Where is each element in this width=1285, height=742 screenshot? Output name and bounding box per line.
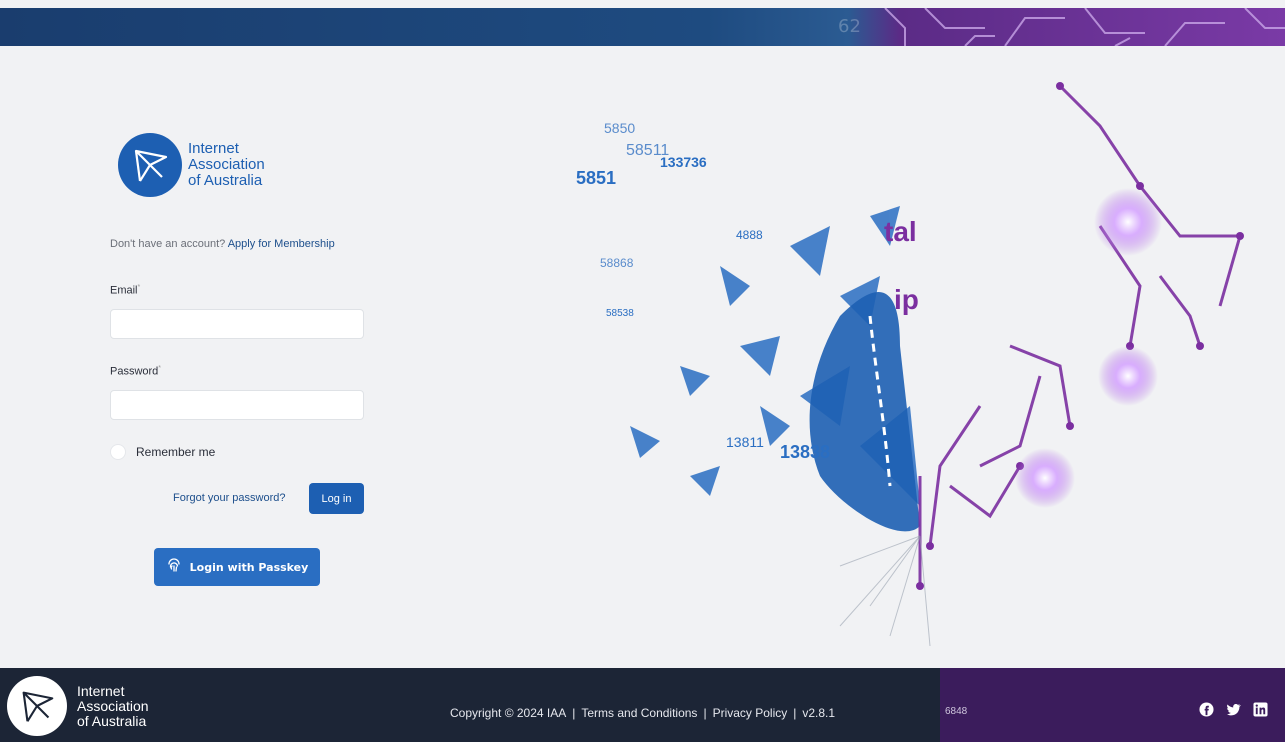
footer-brand-line-3: of Australia <box>77 712 147 729</box>
hero-text-1: tal <box>884 216 917 247</box>
hero-art <box>630 82 1244 647</box>
footer-number: 6848 <box>945 706 968 717</box>
facebook-icon[interactable] <box>1199 702 1214 717</box>
forgot-password-link[interactable]: Forgot your password? <box>173 492 286 504</box>
copyright-text: Copyright © 2024 IAA <box>450 706 567 720</box>
privacy-link[interactable]: Privacy Policy <box>713 706 788 720</box>
apply-membership-link[interactable]: Apply for Membership <box>228 238 335 250</box>
email-required-marker: * <box>137 284 141 291</box>
login-button[interactable]: Log in <box>309 483 364 514</box>
remember-me-checkbox[interactable] <box>110 444 126 460</box>
terms-link[interactable]: Terms and Conditions <box>581 706 697 720</box>
brand-logo[interactable]: Internet Association of Australia <box>118 133 265 197</box>
hero-text-2: ip <box>894 284 919 315</box>
logo-mark-icon <box>118 133 182 197</box>
footer-separator-3: | <box>793 706 797 720</box>
brand-line-3: of Australia <box>188 172 263 189</box>
password-field[interactable] <box>110 390 364 420</box>
footer-brand-line-1: Internet <box>77 682 125 699</box>
email-label: Email* <box>110 284 140 297</box>
hero-number-3: 58511 <box>626 142 670 159</box>
hero-number-1: 5851 <box>576 168 617 188</box>
password-label-text: Password <box>110 365 159 378</box>
hero-number-4: 13838 <box>780 442 831 462</box>
remember-me-label: Remember me <box>136 445 216 459</box>
email-field[interactable] <box>110 309 364 339</box>
top-banner: 62 <box>0 8 1285 46</box>
footer-logo-mark-icon <box>7 676 67 736</box>
linkedin-icon[interactable] <box>1253 702 1268 717</box>
footer: Internet Association of Australia Copyri… <box>0 668 1285 742</box>
footer-separator-2: | <box>703 706 707 720</box>
circuit-pattern <box>884 8 1285 46</box>
passkey-login-button[interactable]: Login with Passkey <box>154 548 320 586</box>
passkey-label: Login with Passkey <box>189 560 309 574</box>
email-label-text: Email <box>110 284 138 297</box>
version-text: v2.8.1 <box>802 706 836 720</box>
hero-number-6: 58538 <box>606 308 634 319</box>
hero-number-7: 58868 <box>600 256 634 270</box>
footer-separator-1: | <box>572 706 576 720</box>
twitter-icon[interactable] <box>1226 702 1241 717</box>
brand-line-1: Internet <box>188 140 239 157</box>
fingerprint-icon <box>166 557 182 577</box>
remember-me[interactable]: Remember me <box>110 444 215 460</box>
footer-brand-logo[interactable]: Internet Association of Australia <box>7 676 149 736</box>
hero-number-5: 13811 <box>726 434 764 450</box>
footer-brand-line-2: Association <box>77 697 149 714</box>
password-label: Password* <box>110 365 161 378</box>
brand-line-2: Association <box>188 156 265 173</box>
banner-number: 62 <box>838 16 861 37</box>
signup-text: Don't have an account? <box>110 238 226 250</box>
signup-prompt: Don't have an account? Apply for Members… <box>110 238 335 250</box>
footer-links: Copyright © 2024 IAA | Terms and Conditi… <box>450 706 835 720</box>
brand-name: Internet Association of Australia <box>188 141 265 189</box>
hero-number-8: 4888 <box>736 228 763 242</box>
hero-illustration: tal ip 5851 133736 58511 13838 13811 585… <box>540 46 1285 668</box>
footer-brand-name: Internet Association of Australia <box>77 682 149 729</box>
hero-number-9: 5850 <box>604 120 636 136</box>
password-required-marker: * <box>158 365 162 372</box>
social-links <box>1199 702 1268 717</box>
